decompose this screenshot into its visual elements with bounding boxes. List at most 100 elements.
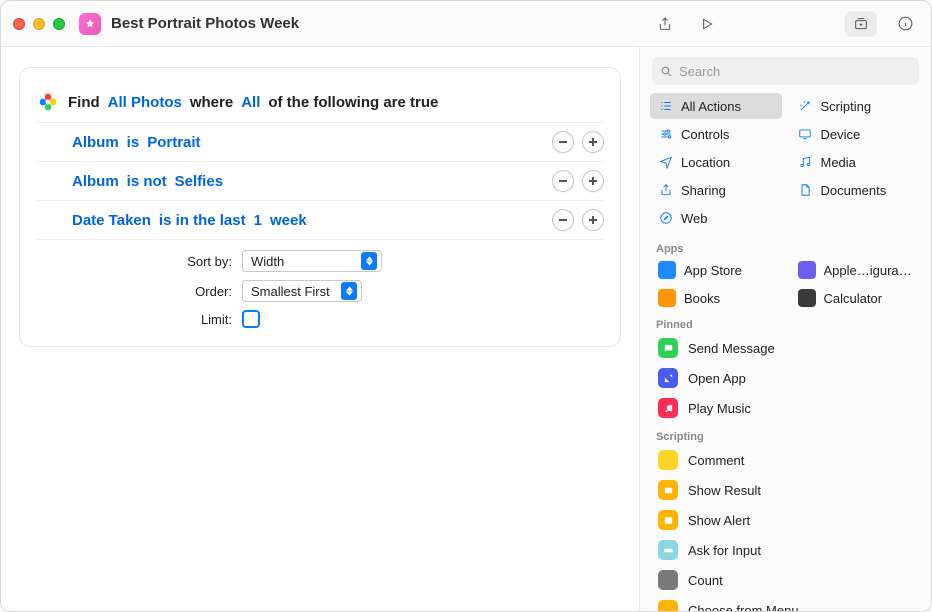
sort-by-row: Sort by: Width	[72, 246, 604, 276]
match-mode-token[interactable]: All	[241, 92, 260, 113]
sort-by-value: Width	[251, 254, 284, 269]
action-item[interactable]: Comment	[650, 445, 921, 475]
action-icon	[658, 398, 678, 418]
where-keyword: where	[190, 94, 233, 111]
search-input[interactable]	[679, 64, 911, 79]
library-toggle-button[interactable]	[845, 11, 877, 37]
action-icon	[658, 510, 678, 530]
run-button[interactable]	[693, 12, 721, 36]
maximize-window-button[interactable]	[53, 18, 65, 30]
app-icon	[658, 261, 676, 279]
category-all-actions[interactable]: All Actions	[650, 93, 782, 119]
minimize-window-button[interactable]	[33, 18, 45, 30]
action-item[interactable]: Show Result	[650, 475, 921, 505]
add-filter-button[interactable]	[582, 170, 604, 192]
action-item[interactable]: Show Alert	[650, 505, 921, 535]
filter-field-token[interactable]: Date Taken	[72, 210, 151, 231]
order-select[interactable]: Smallest First	[242, 280, 362, 302]
category-location[interactable]: Location	[650, 149, 782, 175]
sort-by-select[interactable]: Width	[242, 250, 382, 272]
action-label: Play Music	[688, 401, 751, 416]
pinned-list: Send Message Open App Play Music	[640, 333, 931, 423]
apps-section-title: Apps	[640, 235, 931, 257]
app-item[interactable]: Calculator	[790, 285, 922, 311]
action-icon	[658, 368, 678, 388]
category-label: Media	[821, 155, 856, 170]
filter-value-token[interactable]: Selfies	[175, 171, 223, 192]
category-device[interactable]: Device	[790, 121, 922, 147]
location-icon	[658, 155, 673, 170]
add-filter-button[interactable]	[582, 131, 604, 153]
apps-grid: App Store Apple…igurator Books Calculator	[640, 257, 931, 311]
category-web[interactable]: Web	[650, 205, 782, 231]
find-row: Find All Photos where All of the followi…	[36, 82, 604, 122]
category-scripting[interactable]: Scripting	[790, 93, 922, 119]
filter-op-token[interactable]: is not	[127, 171, 167, 192]
category-grid: All Actions Scripting Controls Device Locati…	[640, 93, 931, 235]
action-item[interactable]: Choose from Menu	[650, 595, 921, 611]
action-item[interactable]: Open App	[650, 363, 921, 393]
sliders-icon	[658, 127, 673, 142]
find-photos-action: Find All Photos where All of the followi…	[19, 67, 621, 347]
action-item[interactable]: Ask for Input	[650, 535, 921, 565]
info-button[interactable]	[891, 12, 919, 36]
app-label: App Store	[684, 263, 742, 278]
filter-value-token[interactable]: Portrait	[147, 132, 200, 153]
window-title: Best Portrait Photos Week	[111, 15, 299, 32]
body: Find All Photos where All of the followi…	[1, 47, 931, 611]
filter-op-token[interactable]: is in the last	[159, 210, 246, 231]
category-controls[interactable]: Controls	[650, 121, 782, 147]
doc-icon	[798, 183, 813, 198]
remove-filter-button[interactable]	[552, 170, 574, 192]
photos-app-icon	[36, 90, 60, 114]
source-token[interactable]: All Photos	[108, 92, 182, 113]
add-filter-button[interactable]	[582, 209, 604, 231]
editor-canvas[interactable]: Find All Photos where All of the followi…	[1, 47, 639, 611]
filter-unit-token[interactable]: week	[270, 210, 307, 231]
action-label: Count	[688, 573, 723, 588]
category-label: Web	[681, 211, 708, 226]
close-window-button[interactable]	[13, 18, 25, 30]
wand-icon	[798, 99, 813, 114]
app-item[interactable]: Books	[650, 285, 782, 311]
filter-row: Date Taken is in the last 1 week	[36, 200, 604, 239]
filter-op-token[interactable]: is	[127, 132, 140, 153]
category-sharing[interactable]: Sharing	[650, 177, 782, 203]
action-item[interactable]: Count	[650, 565, 921, 595]
filter-field-token[interactable]: Album	[72, 171, 119, 192]
titlebar: Best Portrait Photos Week	[1, 1, 931, 47]
filter-row: Album is Portrait	[36, 122, 604, 161]
device-icon	[798, 127, 813, 142]
action-item[interactable]: Send Message	[650, 333, 921, 363]
remove-filter-button[interactable]	[552, 209, 574, 231]
select-arrows-icon	[361, 252, 377, 270]
category-documents[interactable]: Documents	[790, 177, 922, 203]
sort-by-label: Sort by:	[72, 254, 232, 269]
app-item[interactable]: Apple…igurator	[790, 257, 922, 283]
order-row: Order: Smallest First	[72, 276, 604, 306]
order-label: Order:	[72, 284, 232, 299]
action-icon	[658, 600, 678, 611]
action-label: Choose from Menu	[688, 603, 799, 612]
action-options: Sort by: Width Order: Smallest Firs	[36, 239, 604, 332]
list-icon	[658, 99, 673, 114]
safari-icon	[658, 211, 673, 226]
action-icon	[658, 570, 678, 590]
app-item[interactable]: App Store	[650, 257, 782, 283]
category-label: Device	[821, 127, 861, 142]
share-button[interactable]	[651, 12, 679, 36]
filter-field-token[interactable]: Album	[72, 132, 119, 153]
action-label: Show Alert	[688, 513, 750, 528]
trailing-keyword: of the following are true	[268, 94, 438, 111]
category-media[interactable]: Media	[790, 149, 922, 175]
action-label: Send Message	[688, 341, 775, 356]
filter-amount-token[interactable]: 1	[254, 210, 262, 231]
action-label: Show Result	[688, 483, 761, 498]
limit-checkbox[interactable]	[242, 310, 260, 328]
search-field[interactable]	[652, 57, 919, 85]
filter-row: Album is not Selfies	[36, 161, 604, 200]
action-label: Comment	[688, 453, 744, 468]
action-item[interactable]: Play Music	[650, 393, 921, 423]
remove-filter-button[interactable]	[552, 131, 574, 153]
window: Best Portrait Photos Week	[0, 0, 932, 612]
